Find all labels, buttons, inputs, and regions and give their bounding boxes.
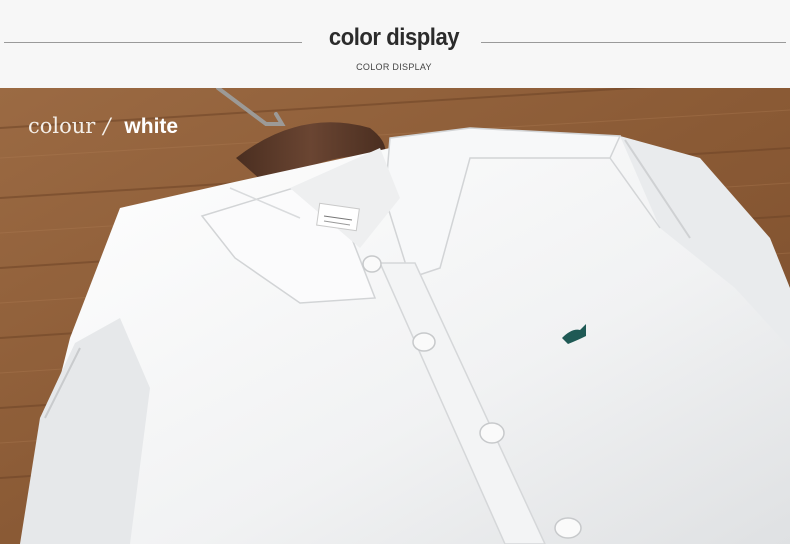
colour-caption: colour / white [28, 114, 178, 144]
caption-separator: / [103, 114, 111, 138]
button [362, 255, 382, 273]
section-title: color display [328, 24, 460, 51]
section-subtitle: COLOR DISPLAY [356, 62, 432, 72]
header-divider-right [481, 42, 786, 43]
colour-value: white [124, 115, 179, 138]
header-divider-left [4, 42, 302, 43]
button [554, 517, 582, 539]
colour-label: colour [28, 114, 96, 138]
button [479, 422, 505, 444]
section-header: color display COLOR DISPLAY [0, 0, 790, 88]
button [412, 332, 436, 352]
product-photo [0, 88, 790, 544]
